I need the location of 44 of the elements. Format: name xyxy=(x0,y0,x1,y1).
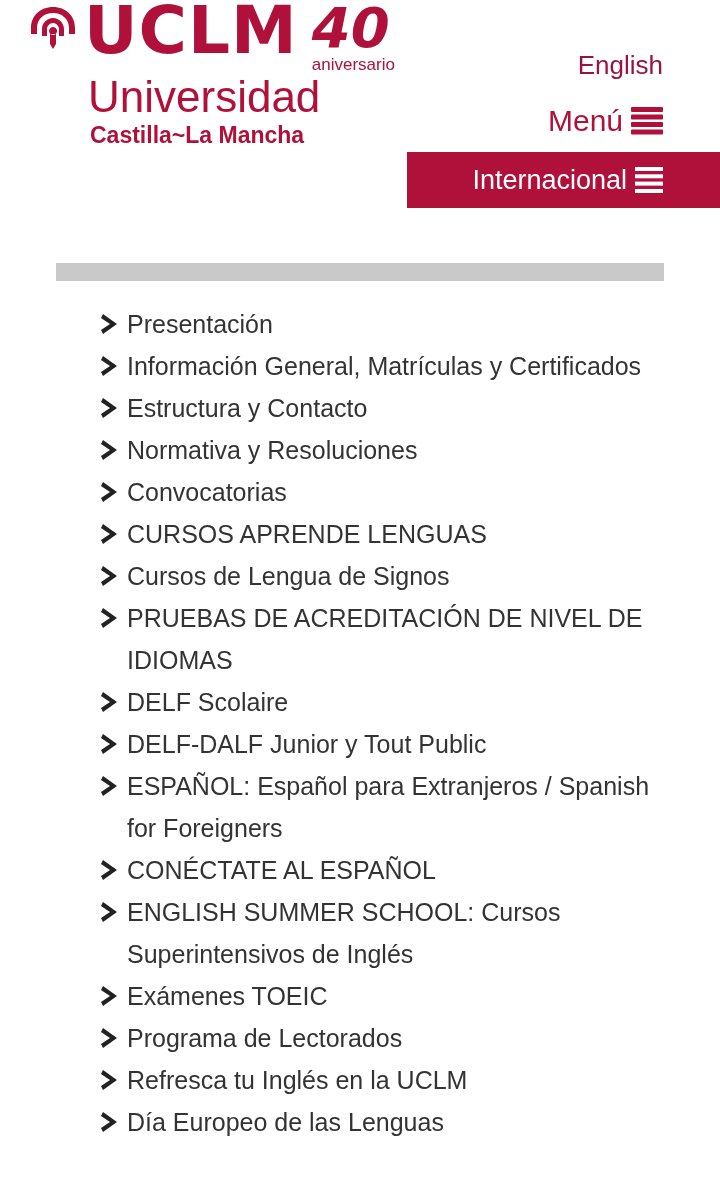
chevron-right-icon xyxy=(100,397,118,419)
chevron-right-icon xyxy=(100,1111,118,1133)
logo-anniversary-number: 40 xyxy=(311,0,390,56)
chevron-right-icon xyxy=(100,1069,118,1091)
nav-link[interactable]: DELF-DALF Junior y Tout Public xyxy=(127,723,487,765)
chevron-right-icon xyxy=(100,565,118,587)
chevron-right-icon xyxy=(100,439,118,461)
menu-button[interactable]: Menú xyxy=(547,104,663,138)
chevron-right-icon xyxy=(100,775,118,797)
menu-icon xyxy=(631,107,663,135)
nav-link[interactable]: Normativa y Resoluciones xyxy=(127,429,418,471)
nav-link[interactable]: PRUEBAS DE ACREDITACIÓN DE NIVEL DE IDIOMAS xyxy=(127,597,660,681)
nav-link[interactable]: Exámenes TOEIC xyxy=(127,975,328,1017)
chevron-right-icon xyxy=(100,1027,118,1049)
chevron-right-icon xyxy=(100,355,118,377)
nav-link[interactable]: CONÉCTATE AL ESPAÑOL xyxy=(127,849,436,891)
logo-university-name: Universidad xyxy=(88,74,322,120)
nav-link[interactable]: Presentación xyxy=(127,303,273,345)
nav-link[interactable]: Estructura y Contacto xyxy=(127,387,368,429)
nav-link[interactable]: Información General, Matrículas y Certificados xyxy=(127,345,642,387)
chevron-right-icon xyxy=(100,607,118,629)
section-menu-button[interactable]: Internacional xyxy=(407,152,720,208)
nav-link[interactable]: ENGLISH SUMMER SCHOOL: Cursos Superintensivos de Inglés xyxy=(127,891,660,975)
chevron-right-icon xyxy=(100,859,118,881)
logo-acronym: UCLM xyxy=(84,0,298,62)
logo-anniversary-label: aniversario xyxy=(311,56,395,74)
nav-link[interactable]: Convocatorias xyxy=(127,471,287,513)
chevron-right-icon xyxy=(100,313,118,335)
nav-link[interactable]: DELF Scolaire xyxy=(127,681,289,723)
chevron-right-icon xyxy=(100,523,118,545)
nav-link[interactable]: CURSOS APRENDE LENGUAS xyxy=(127,513,487,555)
chevron-right-icon xyxy=(100,481,118,503)
nav-link[interactable]: Día Europeo de las Lenguas xyxy=(127,1101,444,1143)
logo-region-name: Castilla~La Mancha xyxy=(90,121,306,150)
menu-icon xyxy=(635,167,663,193)
nav-link[interactable]: Refresca tu Inglés en la UCLM xyxy=(127,1059,468,1101)
chevron-right-icon xyxy=(100,985,118,1007)
chevron-right-icon xyxy=(100,733,118,755)
nav-link[interactable]: Cursos de Lengua de Signos xyxy=(127,555,450,597)
chevron-right-icon xyxy=(100,901,118,923)
language-link[interactable]: English xyxy=(577,48,663,82)
nav-link[interactable]: Programa de Lectorados xyxy=(127,1017,403,1059)
nav-link[interactable]: ESPAÑOL: Español para Extranjeros / Spanish for Foreigners xyxy=(127,765,660,849)
chevron-right-icon xyxy=(100,691,118,713)
